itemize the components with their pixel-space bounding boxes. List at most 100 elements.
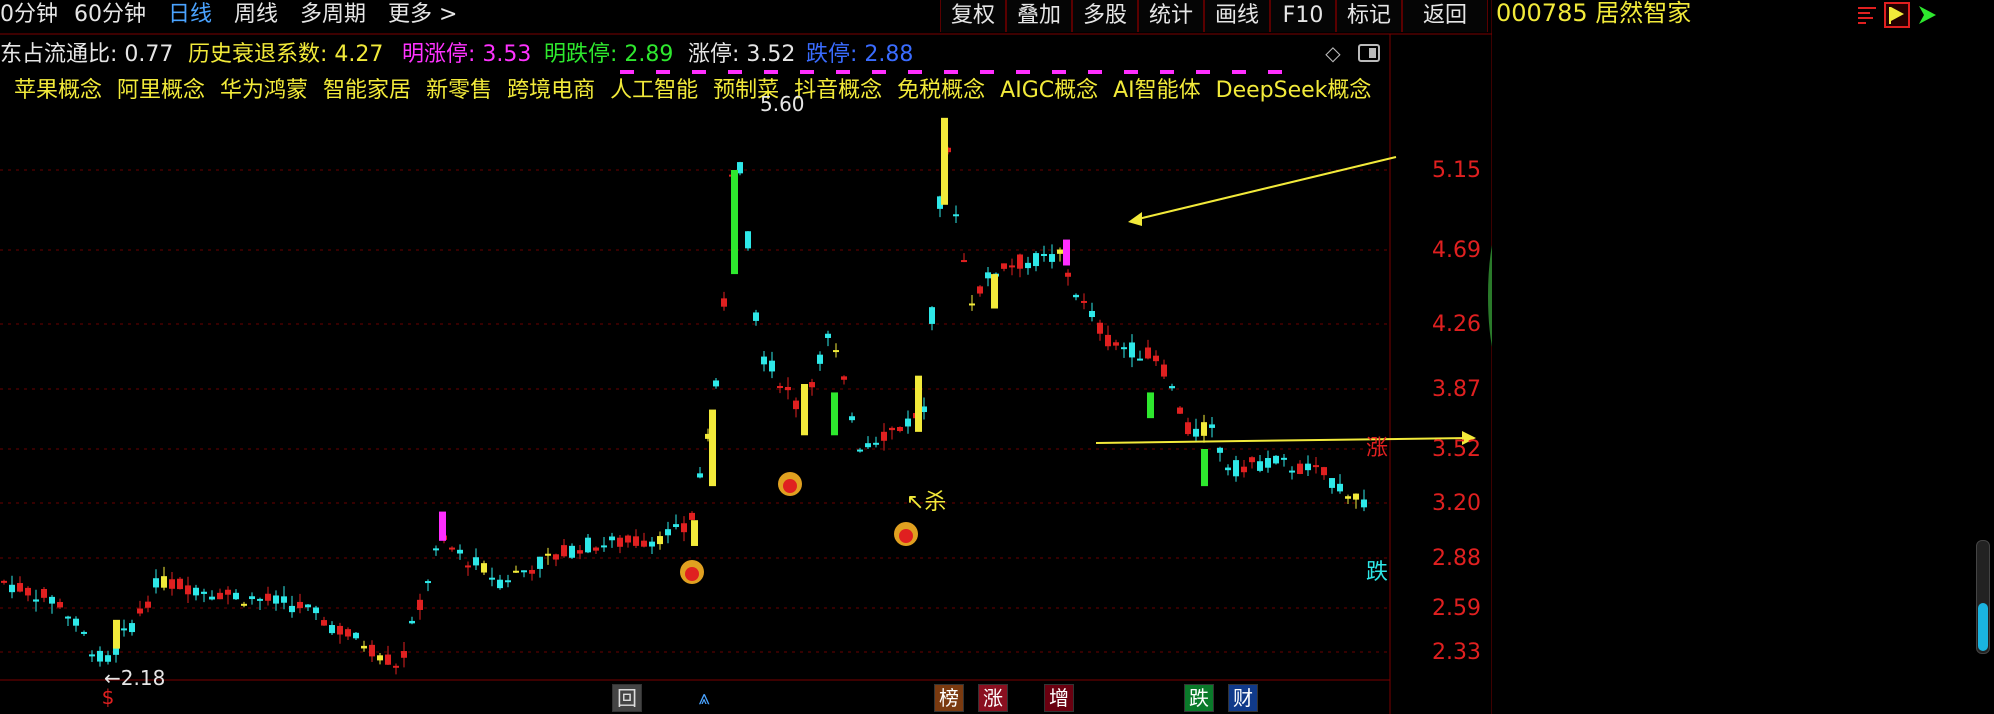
candle-body (73, 618, 79, 626)
scroll-handle-icon[interactable] (1976, 540, 1990, 654)
signal-dash (1196, 70, 1210, 74)
chip-distribution-icon[interactable] (1856, 4, 1878, 26)
bottom-tag[interactable]: 财 (1228, 684, 1258, 712)
candle-body (337, 625, 343, 635)
fuquan-button[interactable]: 复权 (940, 0, 1006, 32)
window-toggle-icon[interactable] (1358, 44, 1380, 62)
candle-body (1147, 392, 1154, 419)
candle-body (985, 272, 991, 279)
candle-body (121, 628, 127, 631)
concept-tag[interactable]: AI智能体 (1113, 78, 1201, 103)
candle-body (521, 570, 527, 573)
signal-badge-core (685, 567, 699, 581)
bottom-tag[interactable]: 增 (1044, 684, 1074, 712)
diamond-icon[interactable]: ◇ (1322, 42, 1344, 64)
candle-body (617, 537, 623, 547)
flag-icon[interactable] (1884, 2, 1910, 28)
candle-body (329, 625, 335, 634)
candle-body (481, 563, 487, 573)
candle-body (1145, 347, 1151, 359)
candle-body (1345, 496, 1351, 499)
candle-body (321, 620, 327, 626)
candle-body (785, 386, 791, 391)
float-ratio: 东占流通比: 0.77 (0, 40, 173, 70)
candle-body (369, 644, 375, 657)
candle-body (857, 449, 863, 452)
candle-body (217, 592, 223, 600)
candle-body (433, 548, 439, 551)
concept-tag[interactable]: 阿里概念 (117, 78, 205, 103)
bottom-tag[interactable]: 回 (612, 684, 642, 712)
float-ratio-value: 0.77 (124, 42, 174, 67)
candle-body (97, 650, 103, 662)
decay-coef: 历史衰退系数: 4.27 (188, 40, 383, 70)
tab-60min[interactable]: 60分钟 (74, 0, 146, 30)
float-ratio-label: 东占流通比: (0, 42, 118, 67)
concept-tag[interactable]: 智能家居 (323, 78, 411, 103)
concept-tag[interactable]: 苹果概念 (14, 78, 102, 103)
candle-body (9, 584, 15, 593)
candle-body (713, 380, 719, 387)
concept-tag[interactable]: 跨境电商 (507, 78, 595, 103)
candle-body (709, 409, 716, 487)
concept-tag[interactable]: 新零售 (426, 78, 492, 103)
candle-body (1, 580, 7, 583)
bottom-tag[interactable]: 榜 (934, 684, 964, 712)
back-button[interactable]: 返回 (1402, 0, 1488, 32)
concept-tag[interactable]: 抖音概念 (794, 78, 882, 103)
f10-button[interactable]: F10 (1270, 0, 1336, 32)
candle-body (353, 632, 359, 639)
stats-button[interactable]: 统计 (1138, 0, 1204, 32)
concept-tag[interactable]: 免税概念 (897, 78, 985, 103)
price-tick: 3.20 (1432, 491, 1481, 516)
candle-body (1233, 460, 1239, 477)
candle-body (1153, 355, 1159, 362)
concept-tag[interactable]: 华为鸿蒙 (220, 78, 308, 103)
signal-dash (1160, 70, 1174, 74)
candle-body (225, 589, 231, 595)
candle-body (105, 655, 111, 662)
candle-body (657, 536, 663, 545)
candle-body (1321, 467, 1327, 476)
bottom-tag[interactable]: ⩓ (690, 684, 718, 710)
mark-button[interactable]: 标记 (1336, 0, 1402, 32)
candle-body (417, 599, 423, 610)
candle-body (281, 596, 287, 603)
signal-dash (872, 70, 886, 74)
concept-tag[interactable]: AIGC概念 (1000, 78, 1098, 103)
candle-body (801, 384, 808, 436)
candle-body (1169, 386, 1175, 389)
candle-body (201, 591, 207, 594)
candle-body (385, 654, 391, 665)
bottom-tag[interactable]: 跌 (1184, 684, 1214, 712)
candle-body (241, 603, 247, 606)
candle-body (457, 549, 463, 554)
candle-body (1017, 254, 1023, 269)
stock-title: 000785 居然智家 (1496, 0, 1692, 27)
draw-line-button[interactable]: 画线 (1204, 0, 1270, 32)
tab-weekly[interactable]: 周线 (234, 0, 278, 30)
tab-daily[interactable]: 日线 (168, 0, 212, 30)
signal-dash (656, 70, 670, 74)
candle-body (1217, 447, 1223, 453)
concept-tag[interactable]: DeepSeek概念 (1216, 78, 1372, 103)
candle-body (665, 529, 671, 536)
price-tick: 2.33 (1432, 640, 1481, 665)
multi-stock-button[interactable]: 多股 (1072, 0, 1138, 32)
tab-minutes[interactable]: 0分钟 (0, 0, 58, 30)
arrow-tool-icon[interactable] (1916, 4, 1938, 26)
signal-dash (620, 70, 634, 74)
bottom-tag[interactable]: $ (94, 684, 122, 710)
signal-badge-core (783, 479, 797, 493)
candle-body (889, 427, 895, 431)
overlay-button[interactable]: 叠加 (1006, 0, 1072, 32)
signal-dash (1088, 70, 1102, 74)
candle-body (831, 392, 838, 436)
next-limit-down: 明跌停: 2.89 (544, 40, 673, 70)
bottom-tag[interactable]: 涨 (978, 684, 1008, 712)
concept-tag[interactable]: 人工智能 (610, 78, 698, 103)
candle-body (691, 520, 698, 546)
tab-more[interactable]: 更多 > (388, 0, 457, 30)
candle-body (1265, 458, 1271, 468)
tab-multi-period[interactable]: 多周期 (300, 0, 366, 30)
